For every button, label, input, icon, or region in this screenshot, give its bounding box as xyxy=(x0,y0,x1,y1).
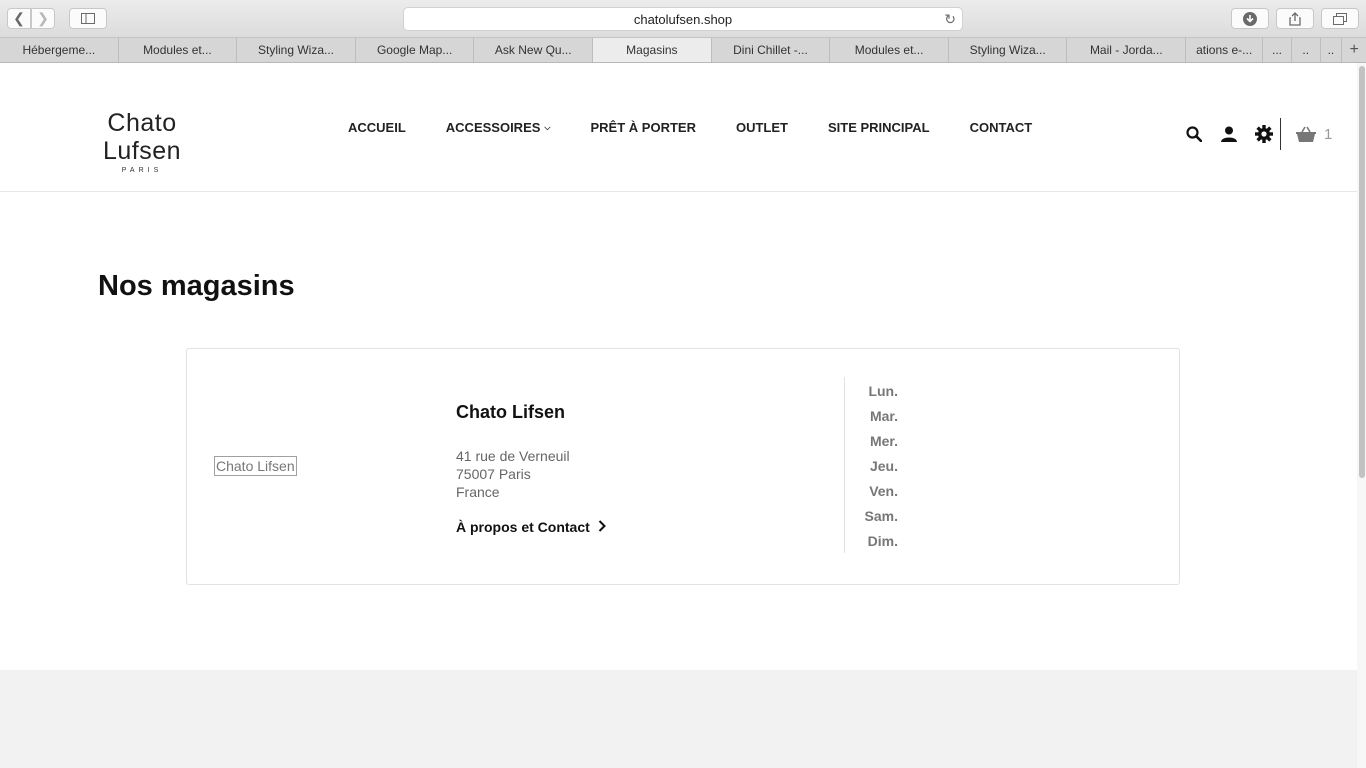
tab[interactable]: Mail - Jorda... xyxy=(1067,38,1187,62)
user-icon[interactable] xyxy=(1220,125,1238,143)
tab[interactable]: Dini Chillet -... xyxy=(712,38,831,62)
tab[interactable]: Styling Wiza... xyxy=(237,38,356,62)
tab[interactable]: .. xyxy=(1321,38,1343,62)
cart-button[interactable]: 1 xyxy=(1296,126,1332,143)
share-icon xyxy=(1289,11,1301,26)
footer-area xyxy=(0,670,1357,768)
gear-icon[interactable] xyxy=(1255,125,1273,143)
url-text: chatolufsen.shop xyxy=(633,11,733,27)
store-card: Chato Lifsen Chato Lifsen 41 rue de Vern… xyxy=(186,348,1180,585)
page-title: Nos magasins xyxy=(98,270,295,302)
nav-item-outlet[interactable]: OUTLET xyxy=(736,120,788,135)
sidebar-toggle-button[interactable] xyxy=(69,8,107,29)
browser-toolbar: ❮ ❯ chatolufsen.shop ↻ xyxy=(0,0,1366,38)
header-divider xyxy=(1280,118,1281,150)
tab[interactable]: Hébergeme... xyxy=(0,38,119,62)
day-label: Mar. xyxy=(869,408,898,424)
tab-bar: Hébergeme... Modules et... Styling Wiza.… xyxy=(0,38,1366,63)
downloads-button[interactable] xyxy=(1231,8,1269,29)
nav-item-label: ACCESSOIRES xyxy=(445,120,541,135)
nav-item-accessoires[interactable]: ACCESSOIRES ⌵ xyxy=(446,120,551,135)
main-nav: ACCUEIL ACCESSOIRES ⌵ PRÊT À PORTER OUTL… xyxy=(348,120,1072,135)
header-icons: 1 xyxy=(1185,118,1332,150)
day-label: Sam. xyxy=(864,508,898,524)
site-logo[interactable]: Chato Lufsen PARIS xyxy=(67,109,217,174)
tab[interactable]: Styling Wiza... xyxy=(949,38,1068,62)
site-header: Chato Lufsen PARIS ACCUEIL ACCESSOIRES ⌵… xyxy=(0,63,1357,192)
tab[interactable]: .. xyxy=(1292,38,1321,62)
store-address: 41 rue de Verneuil 75007 Paris France xyxy=(456,447,570,501)
opening-hours: Lun. Mar. Mer. Jeu. Ven. Sam. Dim. xyxy=(855,383,898,558)
sidebar-icon xyxy=(81,13,95,24)
address-line: France xyxy=(456,484,500,500)
page: Chato Lufsen PARIS ACCUEIL ACCESSOIRES ⌵… xyxy=(0,63,1357,670)
nav-item-contact[interactable]: CONTACT xyxy=(970,120,1033,135)
scrollbar-thumb[interactable] xyxy=(1359,66,1365,478)
about-contact-label: À propos et Contact xyxy=(456,519,590,535)
tab[interactable]: Modules et... xyxy=(830,38,949,62)
tabs-icon xyxy=(1333,12,1347,25)
chevron-down-icon: ⌵ xyxy=(544,122,551,132)
new-tab-button[interactable]: + xyxy=(1342,38,1366,62)
logo-sub-text: PARIS xyxy=(121,167,163,174)
about-contact-link[interactable]: À propos et Contact xyxy=(456,519,606,535)
download-icon xyxy=(1243,11,1257,26)
tab[interactable]: Ask New Qu... xyxy=(474,38,594,62)
store-name: Chato Lifsen xyxy=(456,402,566,422)
address-bar[interactable]: chatolufsen.shop ↻ xyxy=(403,7,963,31)
tab[interactable]: ations e-... xyxy=(1186,38,1264,62)
reload-icon[interactable]: ↻ xyxy=(944,11,956,28)
day-label: Lun. xyxy=(868,383,898,399)
store-image: Chato Lifsen xyxy=(214,456,297,476)
back-button[interactable]: ❮ xyxy=(7,8,31,29)
nav-item-site-principal[interactable]: SITE PRINCIPAL xyxy=(828,120,930,135)
nav-item-pret-a-porter[interactable]: PRÊT À PORTER xyxy=(591,120,696,135)
tabs-overview-button[interactable] xyxy=(1321,8,1359,29)
day-label: Dim. xyxy=(867,533,898,549)
basket-icon xyxy=(1296,126,1316,142)
chevron-right-icon xyxy=(598,519,606,535)
day-label: Jeu. xyxy=(869,458,898,474)
address-line: 41 rue de Verneuil xyxy=(456,448,570,464)
cart-count: 1 xyxy=(1324,125,1333,143)
tab[interactable]: Google Map... xyxy=(356,38,475,62)
share-button[interactable] xyxy=(1276,8,1314,29)
nav-item-accueil[interactable]: ACCUEIL xyxy=(348,120,406,135)
address-line: 75007 Paris xyxy=(456,466,531,482)
hours-separator xyxy=(844,377,845,553)
tab-active[interactable]: Magasins xyxy=(593,38,712,62)
tab[interactable]: Modules et... xyxy=(119,38,238,62)
forward-button[interactable]: ❯ xyxy=(31,8,55,29)
day-label: Mer. xyxy=(869,433,898,449)
tab[interactable]: ... xyxy=(1263,38,1292,62)
logo-main-text: Chato Lufsen xyxy=(102,109,182,165)
day-label: Ven. xyxy=(869,483,898,499)
search-icon[interactable] xyxy=(1185,125,1203,143)
